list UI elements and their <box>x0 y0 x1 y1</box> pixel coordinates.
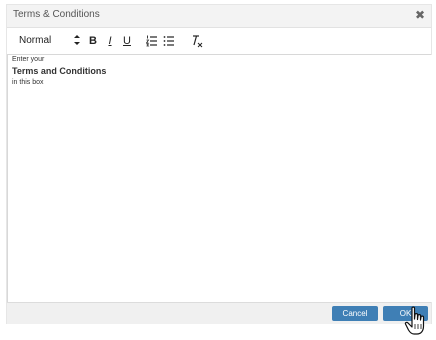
clear-format-icon <box>193 35 203 48</box>
editor-toolbar: Normal B I U <box>7 28 431 55</box>
bold-button[interactable]: B <box>87 33 99 49</box>
italic-button[interactable]: I <box>104 33 116 49</box>
editor-line-1: Enter your <box>12 56 45 63</box>
editor-line-3: in this box <box>12 79 44 86</box>
clear-format-button[interactable] <box>190 33 204 49</box>
hand-pointer-icon <box>404 306 425 335</box>
chevron-updown-icon <box>74 35 80 45</box>
italic-label: I <box>108 35 112 47</box>
dialog-footer: Cancel OK <box>7 302 431 324</box>
dialog-title: Terms & Conditions <box>13 9 100 20</box>
ordered-list-icon <box>145 35 157 47</box>
ordered-list-button[interactable] <box>145 33 158 49</box>
cancel-button[interactable]: Cancel <box>332 306 378 321</box>
dialog-titlebar: Terms & Conditions ✖ <box>7 5 431 28</box>
editor-line-2: Terms and Conditions <box>12 66 107 76</box>
terms-dialog: Terms & Conditions ✖ Normal B I U Enter … <box>7 5 432 324</box>
underline-button[interactable]: U <box>121 33 133 49</box>
bullet-list-icon <box>163 36 174 46</box>
terms-editor[interactable]: Enter your Terms and Conditions in this … <box>7 55 432 302</box>
close-icon[interactable]: ✖ <box>413 7 427 23</box>
format-select-value: Normal <box>19 35 52 46</box>
format-select[interactable]: Normal <box>17 33 80 49</box>
bullet-list-button[interactable] <box>163 33 175 49</box>
